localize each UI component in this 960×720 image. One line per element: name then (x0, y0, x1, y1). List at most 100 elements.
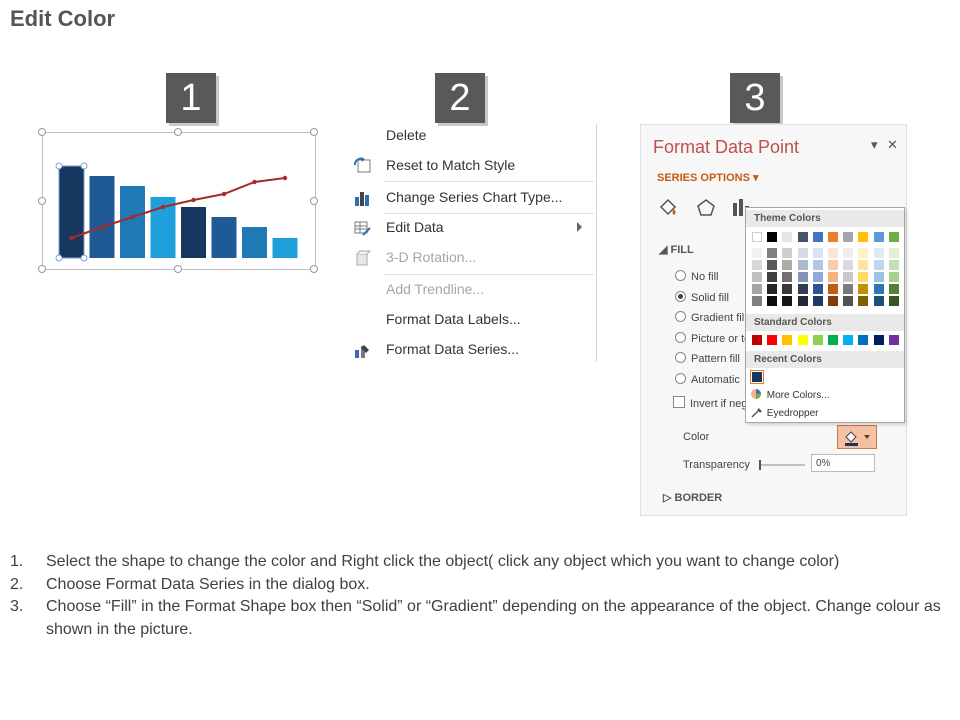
chart-bar[interactable] (120, 186, 145, 258)
resize-handle-tc[interactable] (174, 128, 182, 136)
chart-bar[interactable] (181, 207, 206, 258)
color-swatch[interactable] (873, 232, 884, 242)
menu-item-format-data-labels[interactable]: Format Data Labels... (346, 308, 594, 332)
color-swatch[interactable] (797, 248, 808, 258)
color-swatch[interactable] (782, 272, 793, 282)
fill-color-button[interactable] (837, 425, 877, 449)
color-swatch[interactable] (828, 284, 838, 294)
color-swatch[interactable] (782, 260, 793, 270)
menu-item-3d-rotation[interactable]: 3-D Rotation... (346, 246, 594, 270)
radio-automatic[interactable]: Automatic (675, 373, 740, 386)
color-swatch[interactable] (858, 272, 869, 282)
color-swatch[interactable] (782, 232, 793, 242)
chart-bar[interactable] (58, 165, 85, 259)
close-icon[interactable]: ✕ (887, 137, 898, 153)
color-swatch[interactable] (828, 232, 838, 242)
color-swatch[interactable] (828, 260, 838, 270)
radio-button[interactable] (675, 311, 686, 322)
transparency-slider[interactable] (759, 458, 805, 470)
color-swatch[interactable] (828, 272, 838, 282)
color-swatch[interactable] (873, 284, 884, 294)
color-swatch[interactable] (782, 284, 793, 294)
color-swatch[interactable] (752, 232, 762, 242)
color-swatch[interactable] (828, 296, 838, 306)
color-swatch[interactable] (797, 272, 808, 282)
color-swatch[interactable] (752, 335, 762, 345)
color-swatch[interactable] (843, 272, 854, 282)
bar-selection-handle[interactable] (55, 254, 63, 262)
chart-line-point[interactable] (69, 235, 74, 241)
color-swatch[interactable] (843, 284, 854, 294)
chart-line-point[interactable] (99, 224, 105, 230)
radio-solid-fill[interactable]: Solid fill (675, 291, 729, 304)
chart-line-point[interactable] (130, 214, 135, 220)
color-swatch[interactable] (858, 284, 869, 294)
chart-line-point[interactable] (252, 179, 257, 185)
color-swatch[interactable] (752, 296, 762, 306)
color-swatch[interactable] (888, 260, 899, 270)
color-swatch[interactable] (797, 296, 808, 306)
color-swatch[interactable] (888, 248, 899, 258)
radio-button[interactable] (675, 270, 686, 281)
resize-handle-br[interactable] (310, 265, 318, 273)
color-swatch[interactable] (873, 296, 884, 306)
color-swatch[interactable] (752, 260, 762, 270)
color-swatch[interactable] (782, 248, 793, 258)
color-swatch[interactable] (858, 232, 869, 242)
checkbox[interactable] (673, 396, 685, 408)
recent-color-swatch[interactable] (750, 370, 764, 384)
radio-button[interactable] (675, 352, 686, 363)
bar-line-chart[interactable] (43, 133, 315, 269)
color-swatch[interactable] (828, 335, 838, 345)
color-swatch[interactable] (888, 296, 899, 306)
color-swatch[interactable] (797, 232, 808, 242)
color-swatch[interactable] (873, 335, 884, 345)
color-swatch[interactable] (812, 260, 823, 270)
eyedropper-link[interactable]: Eyedropper (750, 406, 818, 419)
color-swatch[interactable] (767, 296, 778, 306)
color-swatch[interactable] (888, 335, 899, 345)
radio-pattern-fill[interactable]: Pattern fill (675, 352, 740, 365)
color-swatch[interactable] (858, 260, 869, 270)
color-swatch[interactable] (812, 232, 823, 242)
color-swatch[interactable] (767, 284, 778, 294)
chart-bar[interactable] (272, 238, 298, 258)
color-swatch[interactable] (767, 232, 778, 242)
fill-section-header[interactable]: ◢ FILL (659, 243, 694, 256)
menu-item-edit-data[interactable]: Edit Data (346, 216, 594, 240)
chart-frame[interactable] (42, 132, 316, 270)
color-swatch[interactable] (782, 335, 793, 345)
radio-button[interactable] (675, 291, 686, 302)
color-swatch[interactable] (812, 272, 823, 282)
effects-icon[interactable] (695, 197, 717, 219)
chart-bar[interactable] (211, 217, 237, 258)
color-swatch[interactable] (797, 284, 808, 294)
color-swatch[interactable] (858, 248, 869, 258)
color-swatch[interactable] (752, 272, 762, 282)
color-swatch[interactable] (843, 232, 854, 242)
color-swatch[interactable] (888, 232, 899, 242)
bar-selection-handle[interactable] (80, 254, 88, 262)
series-options-dropdown[interactable]: SERIES OPTIONS ▾ (657, 171, 759, 184)
color-swatch[interactable] (843, 335, 854, 345)
color-swatch[interactable] (797, 260, 808, 270)
menu-item-format-data-series[interactable]: Format Data Series... (346, 338, 594, 362)
menu-item-reset-style[interactable]: Reset to Match Style (346, 154, 594, 178)
color-swatch[interactable] (767, 335, 778, 345)
color-swatch[interactable] (858, 335, 869, 345)
resize-handle-tr[interactable] (310, 128, 318, 136)
menu-item-add-trendline[interactable]: Add Trendline... (346, 278, 594, 302)
color-swatch[interactable] (782, 296, 793, 306)
menu-item-change-chart-type[interactable]: Change Series Chart Type... (346, 186, 594, 210)
chart-line-point[interactable] (221, 191, 227, 197)
resize-handle-tl[interactable] (38, 128, 46, 136)
color-swatch[interactable] (888, 284, 899, 294)
color-swatch[interactable] (873, 248, 884, 258)
color-swatch[interactable] (812, 335, 823, 345)
color-swatch[interactable] (812, 296, 823, 306)
more-colors-link[interactable]: More Colors... (750, 388, 830, 401)
color-swatch[interactable] (828, 248, 838, 258)
bar-selection-handle[interactable] (55, 162, 63, 170)
resize-handle-bl[interactable] (38, 265, 46, 273)
chart-line-point[interactable] (282, 175, 288, 181)
